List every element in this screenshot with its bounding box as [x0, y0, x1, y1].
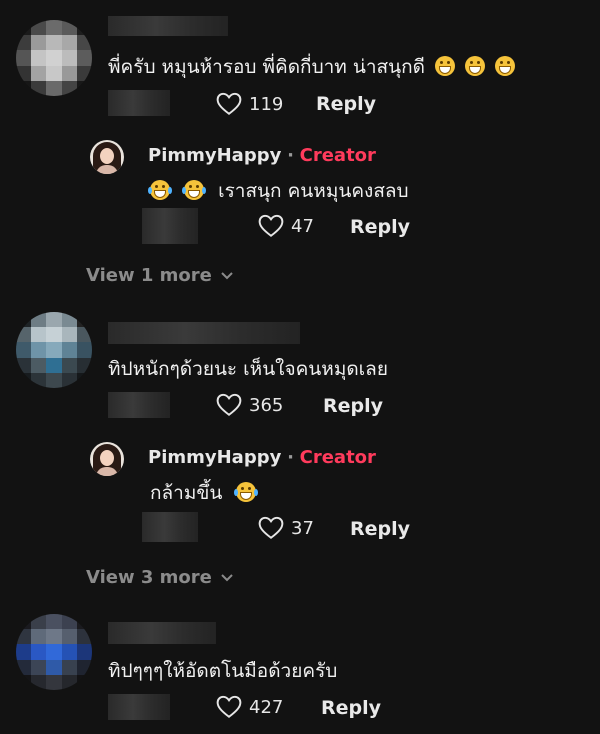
grinning-emoji-icon: [465, 56, 486, 76]
avatar[interactable]: [16, 312, 92, 388]
like-count: 119: [249, 93, 284, 115]
reply-button[interactable]: Reply: [350, 216, 410, 238]
timestamp-redacted: [142, 208, 198, 244]
heart-outline-icon: [258, 516, 284, 539]
tears-of-joy-emoji-icon: [234, 482, 259, 502]
comment-text: ทิปหนักๆด้วยนะ เห็นใจคนหมุดเลย: [108, 354, 388, 384]
grinning-emoji-icon: [495, 56, 516, 76]
reply-body: เราสนุก คนหมุนคงสลบ: [218, 180, 409, 202]
comment-body: ทิปหนักๆด้วยนะ เห็นใจคนหมุดเลย: [108, 358, 388, 380]
like-button[interactable]: 119: [216, 92, 283, 116]
reply-text: กล้ามขึ้น: [150, 478, 259, 508]
creator-avatar[interactable]: [90, 140, 124, 174]
like-button[interactable]: 365: [216, 393, 283, 417]
timestamp-redacted: [108, 90, 170, 116]
view-more-replies[interactable]: View 3 more: [86, 567, 234, 588]
comment-body: พี่ครับ หมุนห้ารอบ พี่คิดกี่บาท น่าสนุกด…: [108, 56, 425, 78]
like-count: 37: [291, 517, 314, 539]
timestamp-redacted: [108, 392, 170, 418]
reply-button[interactable]: Reply: [323, 395, 383, 417]
reply-author: PimmyHappy · Creator: [148, 447, 376, 468]
like-count: 47: [291, 215, 314, 237]
heart-outline-icon: [216, 393, 242, 416]
tears-of-joy-emoji-icon: [182, 180, 207, 200]
timestamp-redacted: [108, 694, 170, 720]
reply-button[interactable]: Reply: [321, 697, 381, 719]
heart-outline-icon: [216, 92, 242, 115]
creator-badge: Creator: [299, 447, 376, 468]
view-more-label: View 1 more: [86, 265, 212, 286]
heart-outline-icon: [258, 214, 284, 237]
view-more-label: View 3 more: [86, 567, 212, 588]
grinning-emoji-icon: [435, 56, 455, 76]
separator: ·: [287, 145, 294, 166]
like-button[interactable]: 47: [258, 214, 314, 238]
username[interactable]: PimmyHappy: [148, 447, 281, 468]
username-redacted[interactable]: [108, 622, 216, 644]
username-redacted[interactable]: [108, 16, 228, 36]
reply-author: PimmyHappy · Creator: [148, 145, 376, 166]
view-more-replies[interactable]: View 1 more: [86, 265, 234, 286]
comment-text: ทิปๆๆๆให้อัดตโนมือด้วยครับ: [108, 656, 337, 686]
heart-outline-icon: [216, 695, 242, 718]
reply-body: กล้ามขึ้น: [150, 482, 223, 504]
username-redacted[interactable]: [108, 322, 300, 344]
separator: ·: [287, 447, 294, 468]
timestamp-redacted: [142, 512, 198, 542]
like-count: 365: [249, 394, 284, 416]
like-button[interactable]: 427: [216, 695, 283, 719]
chevron-down-icon: [221, 271, 233, 279]
tears-of-joy-emoji-icon: [148, 180, 172, 200]
creator-badge: Creator: [299, 145, 376, 166]
username[interactable]: PimmyHappy: [148, 145, 281, 166]
creator-avatar[interactable]: [90, 442, 124, 476]
reply-text: เราสนุก คนหมุนคงสลบ: [148, 176, 409, 206]
reply-button[interactable]: Reply: [316, 93, 376, 115]
avatar[interactable]: [16, 20, 92, 96]
like-count: 427: [249, 696, 284, 718]
comment-body: ทิปๆๆๆให้อัดตโนมือด้วยครับ: [108, 660, 338, 682]
like-button[interactable]: 37: [258, 516, 314, 540]
comment-text: พี่ครับ หมุนห้ารอบ พี่คิดกี่บาท น่าสนุกด…: [108, 52, 516, 82]
chevron-down-icon: [221, 573, 233, 581]
avatar[interactable]: [16, 614, 92, 690]
reply-button[interactable]: Reply: [350, 518, 410, 540]
